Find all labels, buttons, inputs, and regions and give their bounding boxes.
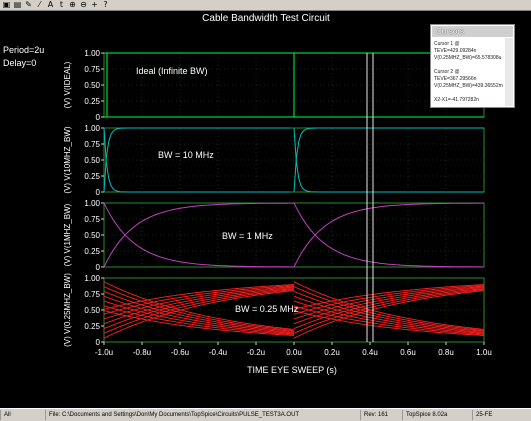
x-tick-label: 1.0u (476, 348, 492, 357)
series-0.25mhz (293, 286, 485, 331)
y-tick-label: 0.75 (84, 65, 100, 74)
text-icon[interactable]: t (57, 0, 66, 10)
y-tick-label: 0.25 (84, 247, 100, 256)
zoom-in-icon[interactable]: ⊕ (68, 0, 77, 10)
x-tick-label: 0.6u (400, 348, 416, 357)
cursor-readout-line: TEVE=429.09284n (434, 48, 477, 54)
x-tick-label: 0.4u (362, 348, 378, 357)
y-tick-label: 0.50 (84, 306, 100, 315)
cursors-title: Cursors (432, 26, 513, 37)
status-bar: All File: C:\Documents and Settings\Don\M… (0, 408, 531, 421)
print-icon[interactable]: ▤ (13, 0, 22, 10)
y-tick-label: 0.50 (84, 156, 100, 165)
cursor-readout-line: V(0.25MHZ_BW)=65.578308u (434, 55, 502, 61)
cursor-readout-line: Cursor 1 @ (434, 41, 460, 47)
open-file-icon[interactable]: ▣ (2, 0, 11, 10)
y-axis-label: (V) V(0.25MHZ_BW) (63, 273, 72, 347)
delay-param: Delay=0 (3, 58, 36, 68)
crosshair-icon[interactable]: + (90, 0, 99, 10)
y-tick-label: 1.00 (84, 124, 100, 133)
x-tick-label: 0.2u (324, 348, 340, 357)
x-tick-label: -0.2u (247, 348, 265, 357)
y-axis-label: (V) V(10MHZ_BW) (63, 126, 72, 193)
x-tick-label: -0.8u (133, 348, 151, 357)
status-version: TopSpice 8.02a (402, 410, 472, 420)
y-tick-label: 0 (96, 263, 101, 272)
x-tick-label: -0.4u (209, 348, 227, 357)
y-tick-label: 1.00 (84, 199, 100, 208)
y-tick-label: 0.75 (84, 215, 100, 224)
y-tick-label: 1.00 (84, 274, 100, 283)
x-tick-label: 0.8u (438, 348, 454, 357)
zoom-out-icon[interactable]: ⊖ (79, 0, 88, 10)
cursor-readout-line: Cursor 2 @ (434, 69, 460, 75)
y-tick-label: 0 (96, 338, 101, 347)
status-file: File: C:\Documents and Settings\Don\My D… (45, 410, 360, 420)
cursors-panel[interactable]: Cursors Cursor 1 @ TEVE=429.09284n V(0.25M… (430, 24, 515, 108)
y-tick-label: 0.25 (84, 97, 100, 106)
y-tick-label: 0 (96, 188, 101, 197)
panel-annotation: BW = 1 MHz (222, 231, 273, 241)
y-tick-label: 0.25 (84, 322, 100, 331)
y-tick-label: 0.75 (84, 290, 100, 299)
label-tool-icon[interactable]: A (46, 0, 55, 10)
x-tick-label: -0.6u (171, 348, 189, 357)
x-axis-label: TIME EYE SWEEP (s) (247, 365, 337, 375)
y-axis-label: (V) V(1MHZ_BW) (63, 203, 72, 266)
y-tick-label: 0.25 (84, 172, 100, 181)
help-icon[interactable]: ? (101, 0, 110, 10)
cursor-readout-line: V(0.25MHZ_BW)=439.36552m (434, 83, 503, 89)
y-tick-label: 0 (96, 113, 101, 122)
cursor-readout-line: X2-X1=-41.797282n (434, 97, 479, 103)
status-date: 25-FE (472, 410, 531, 420)
period-param: Period=2u (3, 45, 44, 55)
plot-title: Cable Bandwidth Test Circuit (202, 13, 330, 24)
status-mode: All (0, 410, 45, 420)
chart-panel: 0 0.25 0.50 0.75 1.00 (V) V(0.25MHZ_BW) BW = 0… (63, 273, 485, 347)
y-tick-label: 0.75 (84, 140, 100, 149)
panel-annotation: BW = 0.25 MHz (235, 304, 299, 314)
chart-panel: 0 0.25 0.50 0.75 1.00 (V) V(1MHZ_BW) BW = 1 MH… (63, 199, 485, 272)
y-tick-label: 0.50 (84, 231, 100, 240)
cursors-scrollbar[interactable] (505, 38, 513, 106)
y-tick-label: 1.00 (84, 49, 100, 58)
toolbar: ▣ ▤ ✎ ⁄ At ⊕ ⊖ +? (0, 0, 531, 11)
line-tool-icon[interactable]: ⁄ (35, 0, 44, 10)
panel-annotation: BW = 10 MHz (158, 150, 214, 160)
panel-annotation: Ideal (Infinite BW) (136, 66, 208, 76)
x-tick-label: -1.0u (95, 348, 113, 357)
y-axis-label: (V) V(IDEAL) (63, 61, 72, 108)
chart-panel: 0 0.25 0.50 0.75 1.00 (V) V(IDEAL) Ideal (Infi… (63, 49, 485, 122)
chart-panel: 0 0.25 0.50 0.75 1.00 (V) V(10MHZ_BW) BW = 10 … (63, 124, 485, 197)
y-tick-label: 0.50 (84, 81, 100, 90)
cursor-readout-line: TEVE=367.29566n (434, 76, 477, 82)
x-tick-label: 0.0u (286, 348, 302, 357)
pencil-icon[interactable]: ✎ (24, 0, 33, 10)
status-rev: Rev: 161 (360, 410, 402, 420)
series-0.25mhz (293, 289, 485, 334)
